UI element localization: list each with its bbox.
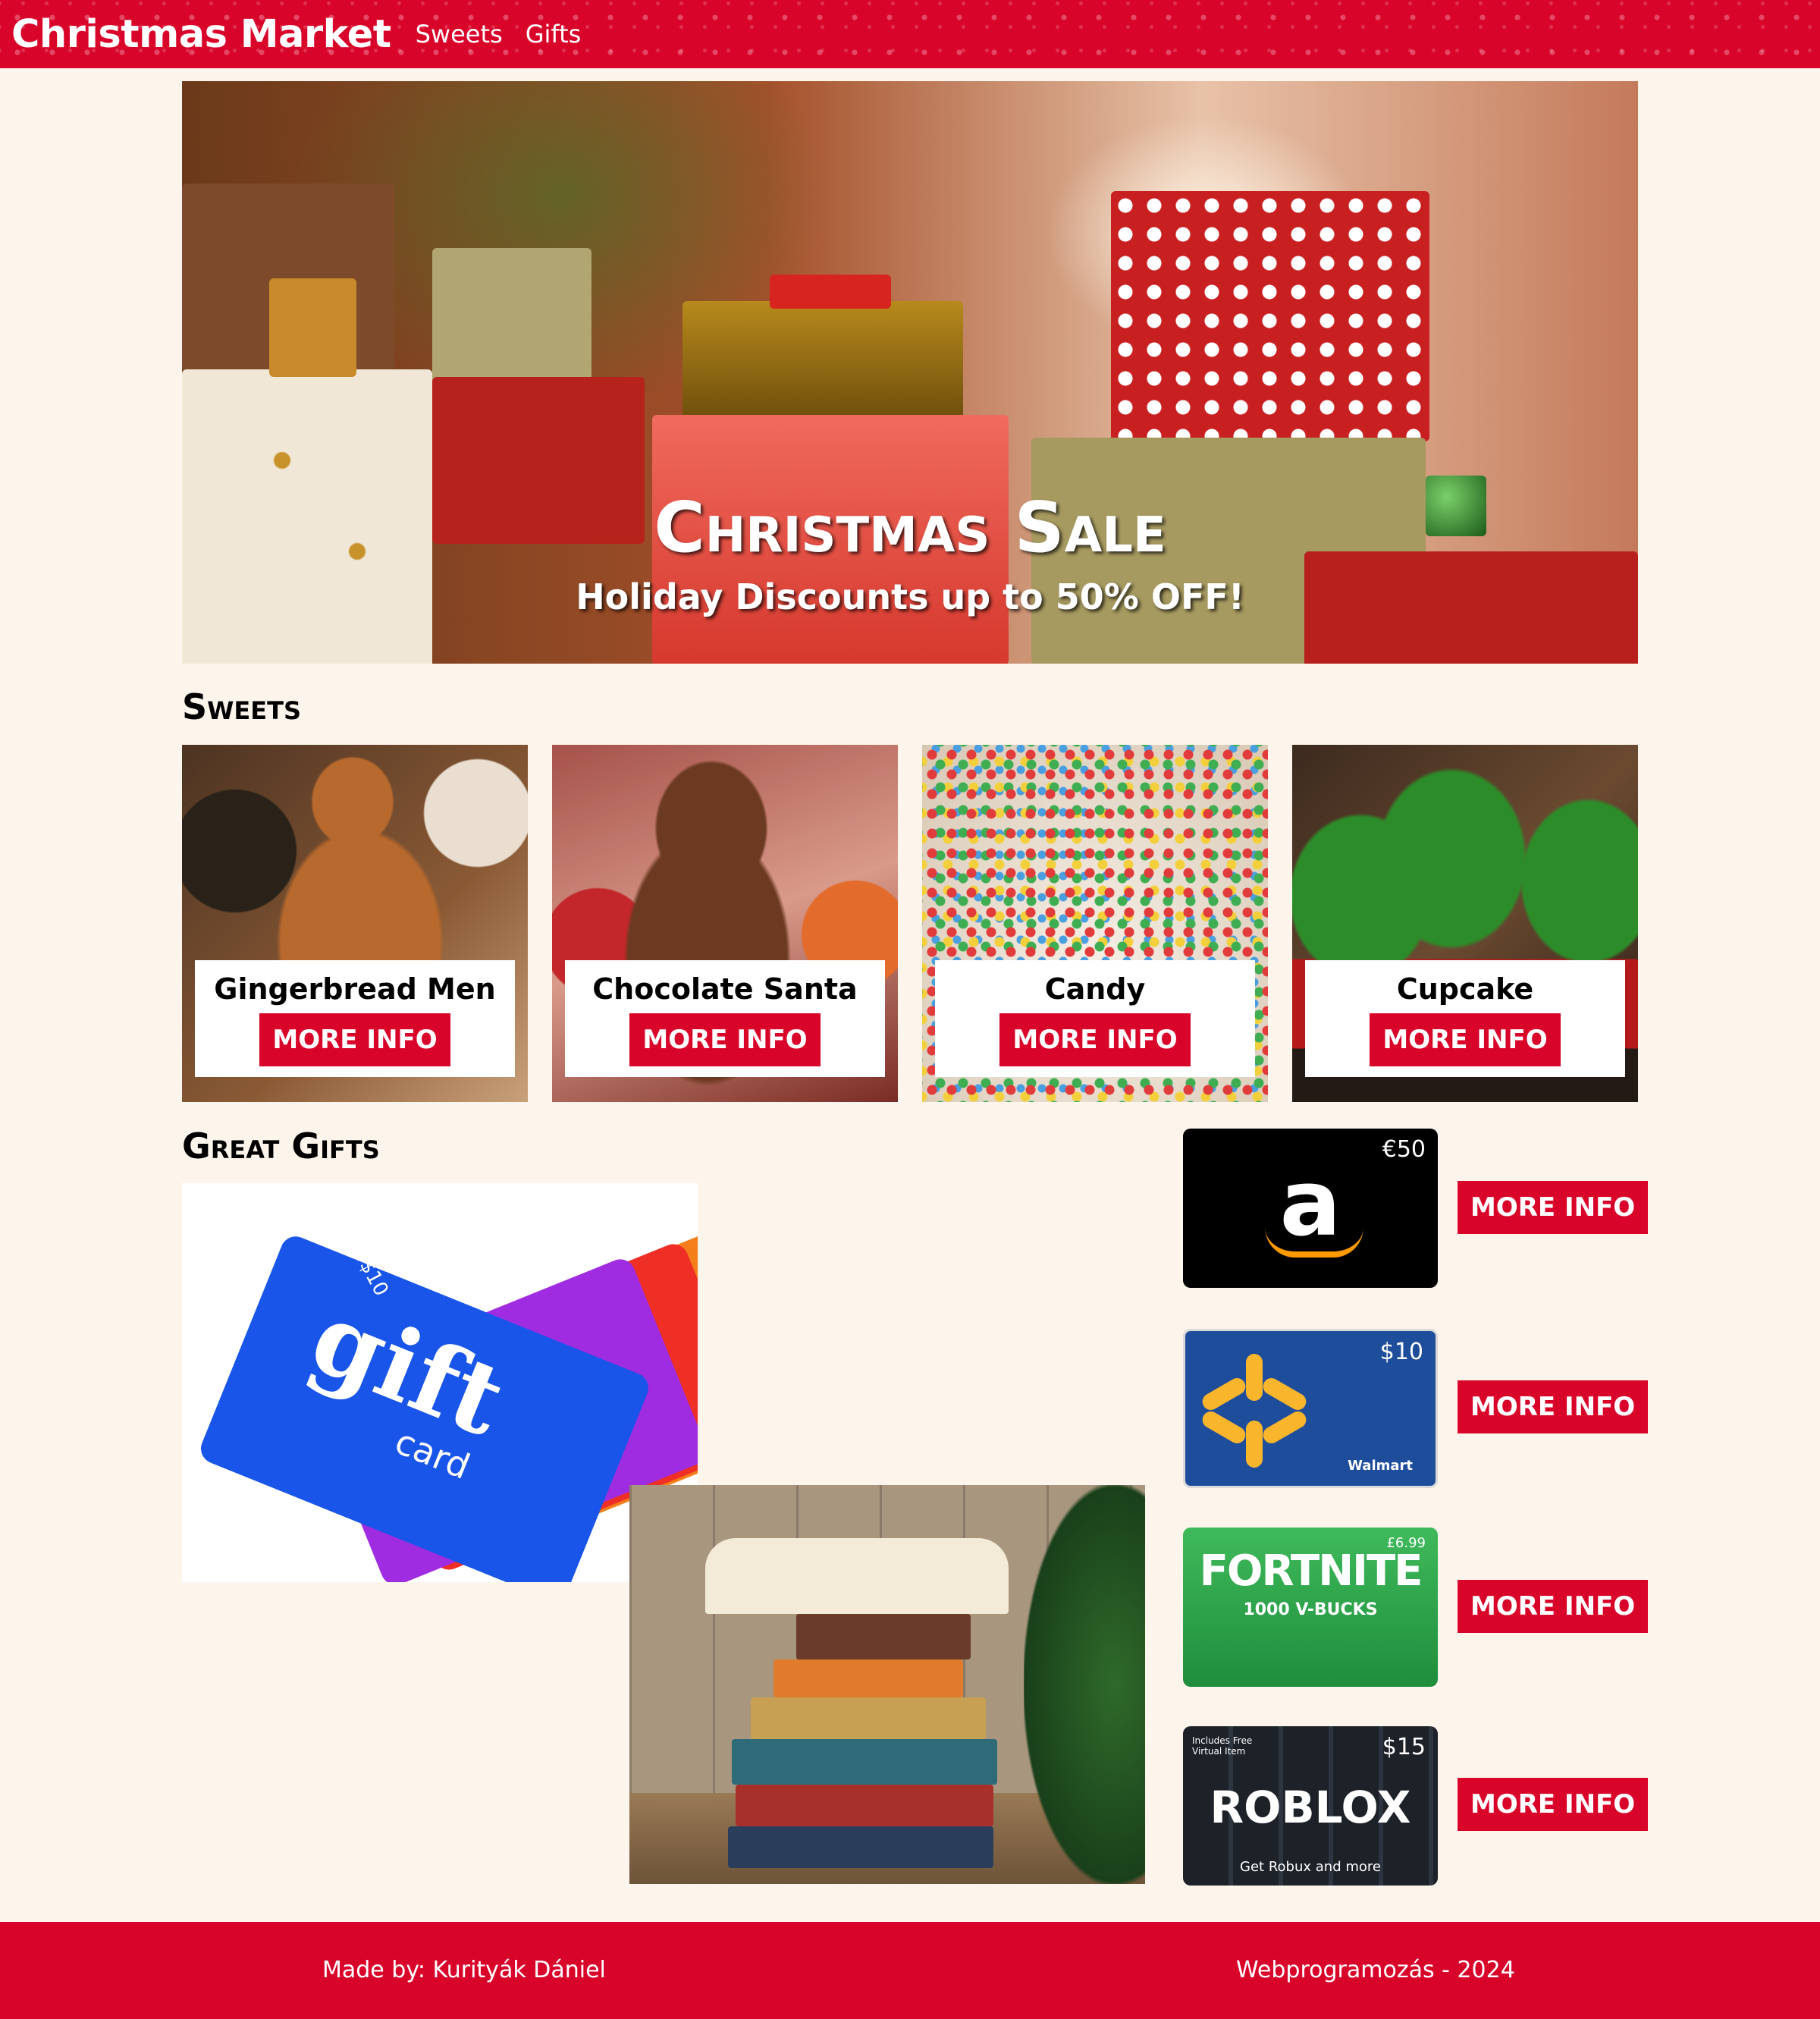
- sweet-card-candy: Candy More info: [922, 745, 1268, 1102]
- book-shape: [751, 1697, 986, 1739]
- gift-card-value: $100: [532, 1227, 576, 1283]
- more-info-button[interactable]: More info: [1370, 1013, 1561, 1066]
- hero-gift-image: [432, 248, 592, 392]
- more-info-button[interactable]: More info: [259, 1013, 450, 1066]
- sweet-card-gingerbread: Gingerbread Men More info: [182, 745, 528, 1102]
- footer-course: Webprogramozás - 2024: [1236, 1957, 1515, 1983]
- hero-gift-image: [1111, 191, 1429, 441]
- book-shape: [774, 1659, 963, 1697]
- sweets-heading: Sweets: [182, 686, 302, 727]
- sweet-card-caption: Cupcake More info: [1305, 960, 1625, 1077]
- more-info-button[interactable]: More info: [1458, 1380, 1649, 1433]
- gift-card-image: gift card $10 $25 $50 $100: [182, 1183, 698, 1582]
- sweet-name: Candy: [1044, 972, 1146, 1006]
- amazon-smile-icon: [1265, 1227, 1363, 1258]
- fortnite-logo: FORTNITE: [1199, 1546, 1423, 1596]
- hero-banner: Christmas Sale Holiday Discounts up to 5…: [182, 81, 1638, 664]
- hero-subtitle: Holiday Discounts up to 50% OFF!: [576, 576, 1244, 617]
- nav-link-sweets[interactable]: Sweets: [416, 20, 503, 49]
- gift-card-value: $25: [415, 1241, 453, 1285]
- tree-shape: [1024, 1485, 1145, 1884]
- sweet-card-cupcake: Cupcake More info: [1292, 745, 1638, 1102]
- sweet-card-chocolate-santa: Chocolate Santa More info: [552, 745, 898, 1102]
- book-shape: [732, 1739, 997, 1785]
- more-info-button[interactable]: More info: [1458, 1778, 1649, 1831]
- amazon-gift-card: €50 a: [1183, 1129, 1438, 1288]
- hero-gift-image: [682, 301, 963, 422]
- hero-gift-image: [269, 278, 356, 377]
- walmart-brand-text: Walmart: [1348, 1458, 1413, 1474]
- roblox-free-item-text: Includes Free Virtual Item: [1192, 1735, 1253, 1757]
- more-info-button[interactable]: More info: [1458, 1580, 1649, 1633]
- walmart-spark-icon: [1199, 1374, 1249, 1414]
- more-info-button[interactable]: More info: [1458, 1181, 1649, 1234]
- books-image: [629, 1485, 1145, 1884]
- roblox-gift-card: Includes Free Virtual Item $15 ROBLOX Ge…: [1183, 1726, 1438, 1886]
- more-info-button[interactable]: More info: [629, 1013, 821, 1066]
- fortnite-gift-card: £6.99 FORTNITE 1000 V-BUCKS: [1183, 1528, 1438, 1687]
- sweet-name: Cupcake: [1396, 972, 1534, 1006]
- more-info-button[interactable]: More info: [999, 1013, 1191, 1066]
- book-shape: [728, 1826, 993, 1868]
- open-book-shape: [705, 1538, 1009, 1614]
- sweet-card-caption: Chocolate Santa More info: [565, 960, 885, 1077]
- hero-title: Christmas Sale: [654, 487, 1166, 568]
- top-navbar: Christmas Market Sweets Gifts: [0, 0, 1820, 68]
- hero-gift-image: [770, 275, 891, 309]
- roblox-logo: ROBLOX: [1210, 1782, 1411, 1833]
- page-footer: Made by: Kurityák Dániel Webprogramozás …: [0, 1922, 1820, 2019]
- gift-card-value: $50: [475, 1233, 514, 1277]
- walmart-spark-icon: [1260, 1374, 1310, 1414]
- gifts-heading: Great Gifts: [182, 1126, 380, 1166]
- footer-author: Made by: Kurityák Dániel: [322, 1957, 606, 1983]
- book-shape: [796, 1614, 971, 1659]
- nav-link-gifts[interactable]: Gifts: [526, 20, 582, 49]
- walmart-spark-icon: [1199, 1408, 1249, 1447]
- sweet-name: Chocolate Santa: [592, 972, 858, 1006]
- brand-link[interactable]: Christmas Market: [11, 12, 391, 57]
- walmart-spark-icon: [1246, 1354, 1263, 1401]
- walmart-spark-icon: [1260, 1408, 1310, 1447]
- fortnite-vbucks-text: 1000 V-BUCKS: [1243, 1600, 1378, 1619]
- sweet-card-caption: Gingerbread Men More info: [195, 960, 515, 1077]
- sweet-name: Gingerbread Men: [214, 972, 496, 1006]
- walmart-spark-icon: [1246, 1421, 1263, 1468]
- roblox-tagline: Get Robux and more: [1240, 1859, 1381, 1875]
- sweet-card-caption: Candy More info: [935, 960, 1255, 1077]
- walmart-gift-card: $10 Walmart: [1183, 1329, 1438, 1488]
- voucher-amount: $15: [1382, 1734, 1426, 1760]
- book-shape: [736, 1785, 993, 1826]
- voucher-amount: $10: [1379, 1339, 1423, 1365]
